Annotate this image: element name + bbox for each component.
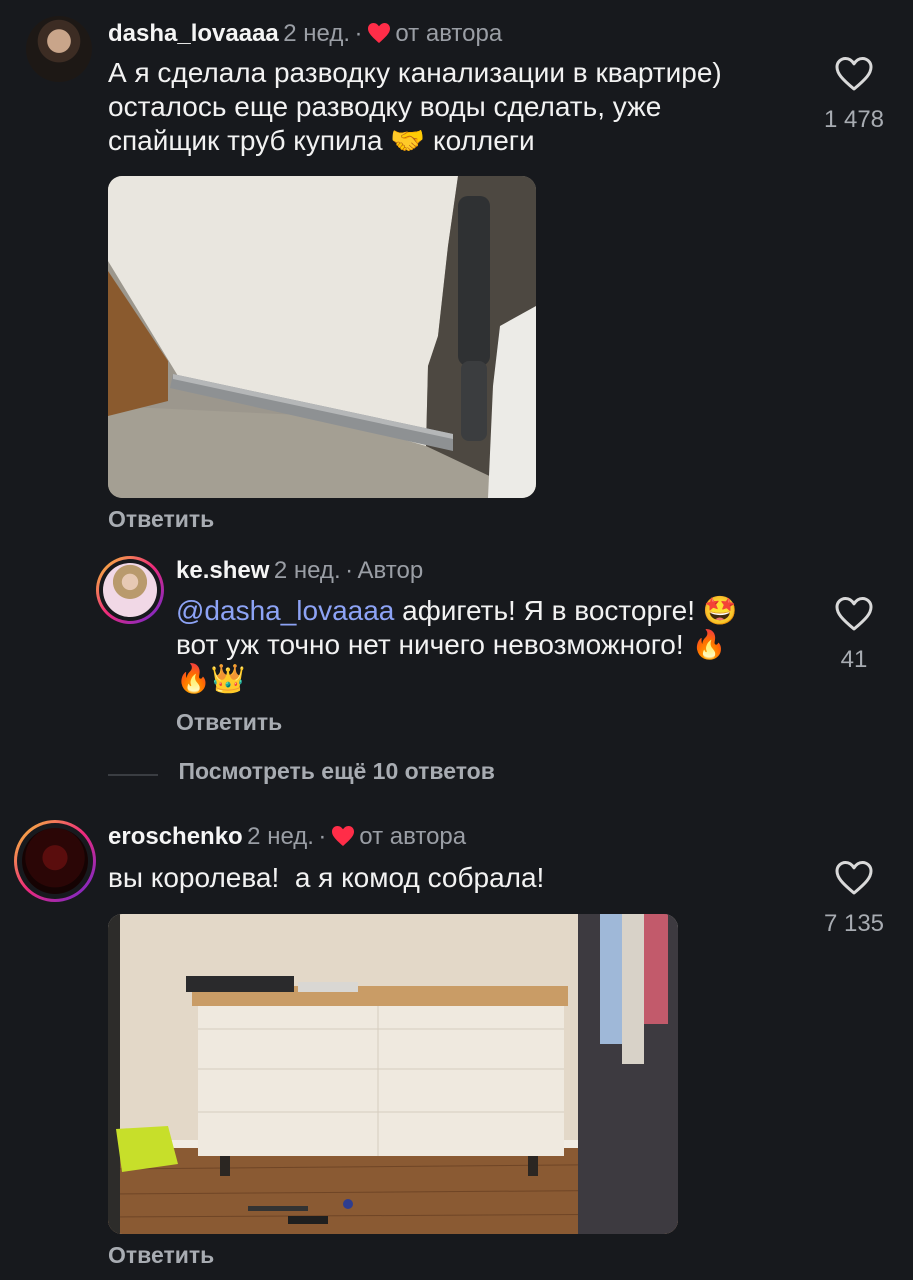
author-like-label: от автора — [359, 823, 467, 850]
text-line: вот уж точно нет ничего невозможного! 🔥 — [176, 628, 816, 662]
view-more-label[interactable]: Посмотреть ещё 10 ответов — [178, 758, 494, 784]
plumbing-photo-image — [108, 176, 536, 498]
text-segment: вот уж точно нет ничего невозможного! — [176, 629, 684, 660]
reply-button[interactable]: Ответить — [108, 1242, 214, 1269]
reply-button[interactable]: Ответить — [108, 506, 214, 533]
like-button[interactable] — [834, 596, 874, 632]
text-line: А я сделала разводку канализации в кварт… — [108, 57, 722, 88]
comment-photo[interactable] — [108, 914, 678, 1234]
story-ring[interactable] — [96, 556, 164, 624]
username[interactable]: ke.shew — [176, 557, 269, 584]
like-count: 1 478 — [823, 106, 885, 133]
text-line: осталось еще разводку воды сделать, уже — [108, 91, 662, 122]
comment-header: ke.shew 2 нед. · Автор — [176, 557, 423, 585]
text-segment: коллеги — [433, 125, 535, 156]
timestamp: 2 нед. — [273, 557, 341, 584]
text-segment: спайщик труб купила — [108, 125, 383, 156]
comment-photo[interactable] — [108, 176, 536, 498]
heart-filled-icon — [331, 825, 355, 852]
heart-filled-icon — [367, 22, 391, 49]
author-like-label: от автора — [395, 20, 503, 47]
comment-header: eroschenko 2 нед. · от автора — [108, 823, 466, 852]
text-line: спайщик труб купила 🤝 коллеги — [108, 124, 808, 158]
comment-header: dasha_lovaaaa 2 нед. · от автора — [108, 20, 502, 49]
like-count: 41 — [840, 646, 868, 673]
story-ring[interactable] — [14, 820, 96, 902]
heart-outline-icon — [834, 861, 874, 900]
mention-link[interactable]: @dasha_lovaaaa — [176, 595, 394, 626]
author-label: Автор — [357, 557, 424, 584]
divider-line — [108, 773, 158, 776]
comment-text: @dasha_lovaaaa афигеть! Я в восторге! 🤩 … — [176, 594, 816, 696]
comment-text: А я сделала разводку канализации в кварт… — [108, 56, 808, 158]
text-line: @dasha_lovaaaa афигеть! Я в восторге! 🤩 — [176, 594, 816, 628]
timestamp: 2 нед. — [283, 20, 350, 47]
avatar — [22, 828, 88, 894]
separator: · — [318, 823, 327, 850]
like-button[interactable] — [834, 860, 874, 896]
view-more-replies[interactable]: Посмотреть ещё 10 ответов — [108, 758, 495, 785]
timestamp: 2 нед. — [247, 823, 314, 850]
username[interactable]: eroschenko — [108, 823, 243, 850]
text-segment: афигеть! Я в восторге! — [394, 595, 696, 626]
separator: · — [354, 20, 363, 47]
fire-crown-emoji: 🔥👑 — [176, 663, 246, 694]
separator: · — [345, 557, 354, 584]
handshake-emoji: 🤝 — [390, 125, 426, 156]
username[interactable]: dasha_lovaaaa — [108, 20, 279, 47]
heart-outline-icon — [834, 597, 874, 636]
dresser-photo-image — [108, 914, 678, 1234]
star-struck-emoji: 🤩 — [702, 595, 738, 626]
like-button[interactable] — [834, 56, 874, 92]
like-count: 7 135 — [823, 910, 885, 937]
fire-emoji: 🔥 — [691, 629, 727, 660]
avatar — [103, 563, 157, 617]
reply-button[interactable]: Ответить — [176, 709, 282, 736]
heart-outline-icon — [834, 57, 874, 96]
comment-text: вы королева! а я комод собрала! — [108, 862, 545, 893]
avatar[interactable] — [26, 16, 92, 82]
